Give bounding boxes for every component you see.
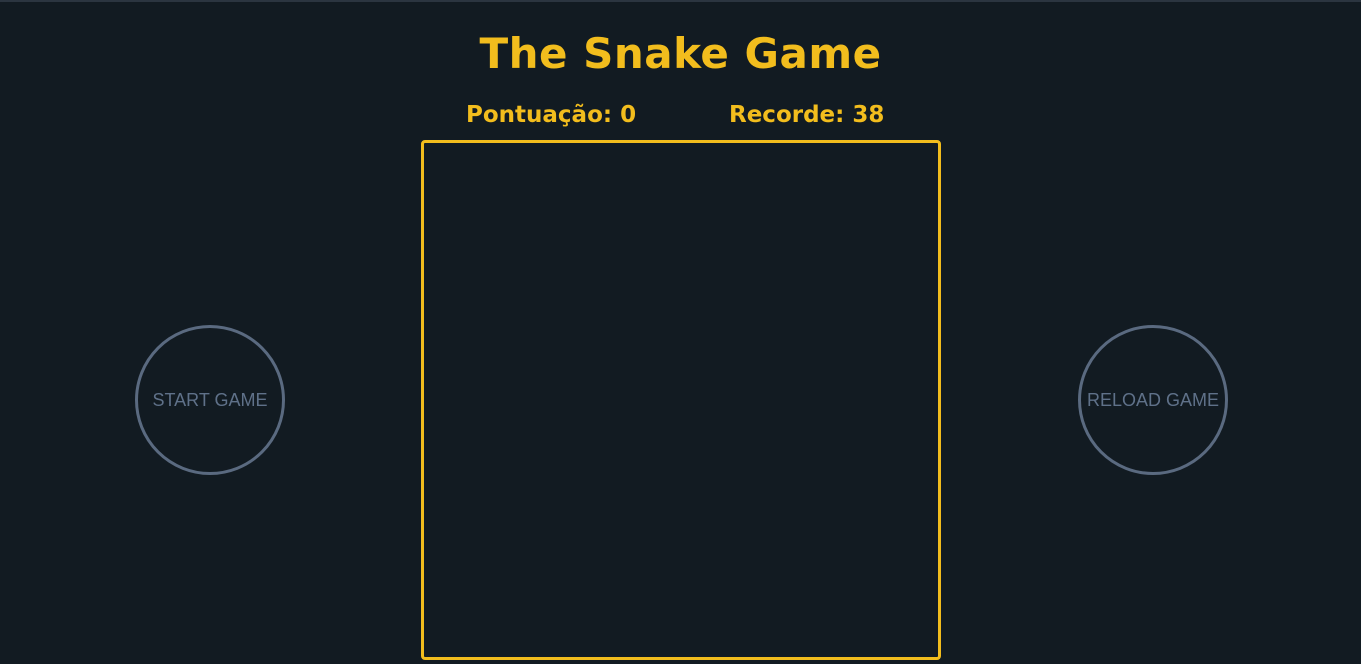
top-divider (0, 0, 1361, 2)
game-title: The Snake Game (479, 29, 882, 78)
game-board[interactable] (421, 140, 941, 660)
score-display: Pontuação: 0 (466, 102, 637, 128)
start-game-button[interactable]: START GAME (135, 325, 285, 475)
record-display: Recorde: 38 (729, 102, 885, 128)
reload-game-button[interactable]: RELOAD GAME (1078, 325, 1228, 475)
